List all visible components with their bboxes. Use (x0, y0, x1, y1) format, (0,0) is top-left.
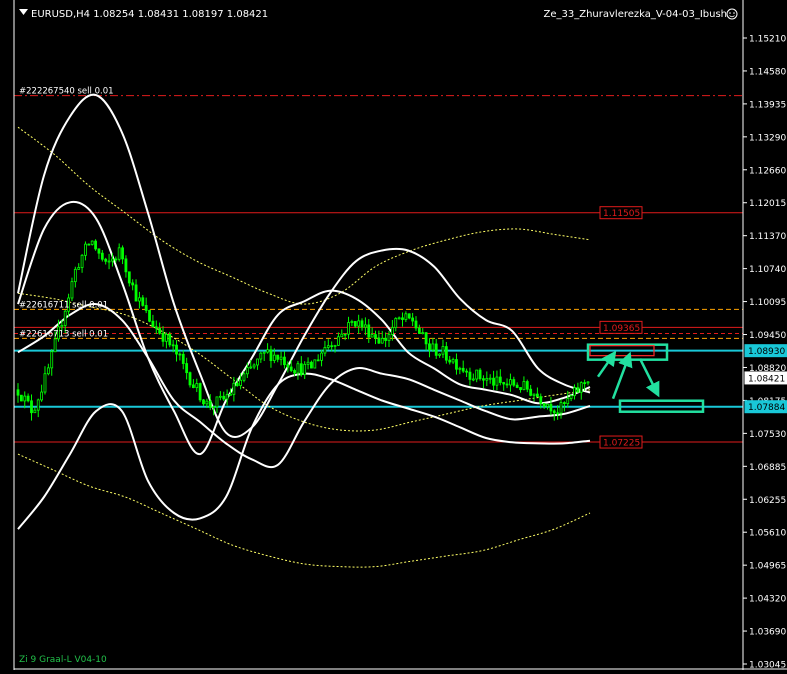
y-tick-label: 1.03045 (749, 661, 786, 671)
y-tick-label: 1.09450 (749, 331, 786, 341)
y-tick-label: 1.12660 (749, 166, 786, 176)
price-chart[interactable]: 1.15210 1.14580 1.13935 1.13290 1.12660 1.120… (0, 0, 787, 671)
price-label: 1.11505 (599, 206, 643, 220)
price-label-text: 1.07225 (603, 439, 640, 449)
candle (198, 382, 202, 403)
price-label-text: 1.11505 (603, 209, 640, 219)
symbol-info: EURUSD,H4 1.08254 1.08431 1.08197 1.0842… (31, 9, 268, 20)
price-label: 1.09365 (599, 320, 643, 334)
y-tick-label: 1.10740 (749, 265, 786, 275)
y-tick-label: 1.13935 (749, 100, 786, 110)
y-tick-label: 1.05610 (749, 529, 786, 539)
candle (188, 371, 192, 388)
price-label: 1.07884 (744, 400, 787, 414)
price-label-text: 1.08421 (748, 374, 785, 384)
y-tick-label: 1.11370 (749, 232, 786, 242)
candle (94, 239, 97, 251)
order-label[interactable]: #22616711 sell 0.01 (19, 300, 108, 310)
y-tick-label: 1.03690 (749, 628, 786, 638)
y-tick-label: 1.06885 (749, 463, 786, 473)
y-tick-label: 1.07530 (749, 430, 786, 440)
y-tick-label: 1.04965 (749, 562, 786, 572)
candle (168, 331, 172, 348)
price-label-text: 1.07884 (748, 403, 785, 413)
chart-window[interactable]: 1.15210 1.14580 1.13935 1.13290 1.12660 1.120… (0, 0, 787, 671)
y-tick-label: 1.10095 (749, 298, 786, 308)
expert-name: Ze_33_Zhuravlerezka_V-04-03_Ibush (544, 9, 727, 20)
indicator-footer: Zi 9 Graal-L V04-10 (19, 655, 107, 665)
order-label[interactable]: #222267540 sell 0.01 (19, 87, 114, 97)
y-tick-label: 1.15210 (749, 35, 786, 45)
price-label: 1.08930 (744, 344, 787, 358)
candle (407, 313, 411, 320)
y-tick-label: 1.13290 (749, 133, 786, 143)
price-label-text: 1.08930 (748, 347, 785, 357)
y-tick-label: 1.06255 (749, 496, 786, 506)
y-tick-label: 1.12015 (749, 199, 786, 209)
price-label-text: 1.09365 (603, 324, 640, 334)
y-tick-label: 1.14580 (749, 67, 786, 77)
y-tick-label: 1.04320 (749, 595, 786, 605)
candle (478, 368, 482, 381)
price-label: 1.07225 (599, 435, 643, 449)
order-label[interactable]: #22616713 sell 0.01 (19, 329, 108, 339)
price-label: 1.08421 (744, 371, 787, 385)
candle (19, 394, 23, 402)
candle (313, 359, 317, 369)
candle (148, 309, 151, 323)
